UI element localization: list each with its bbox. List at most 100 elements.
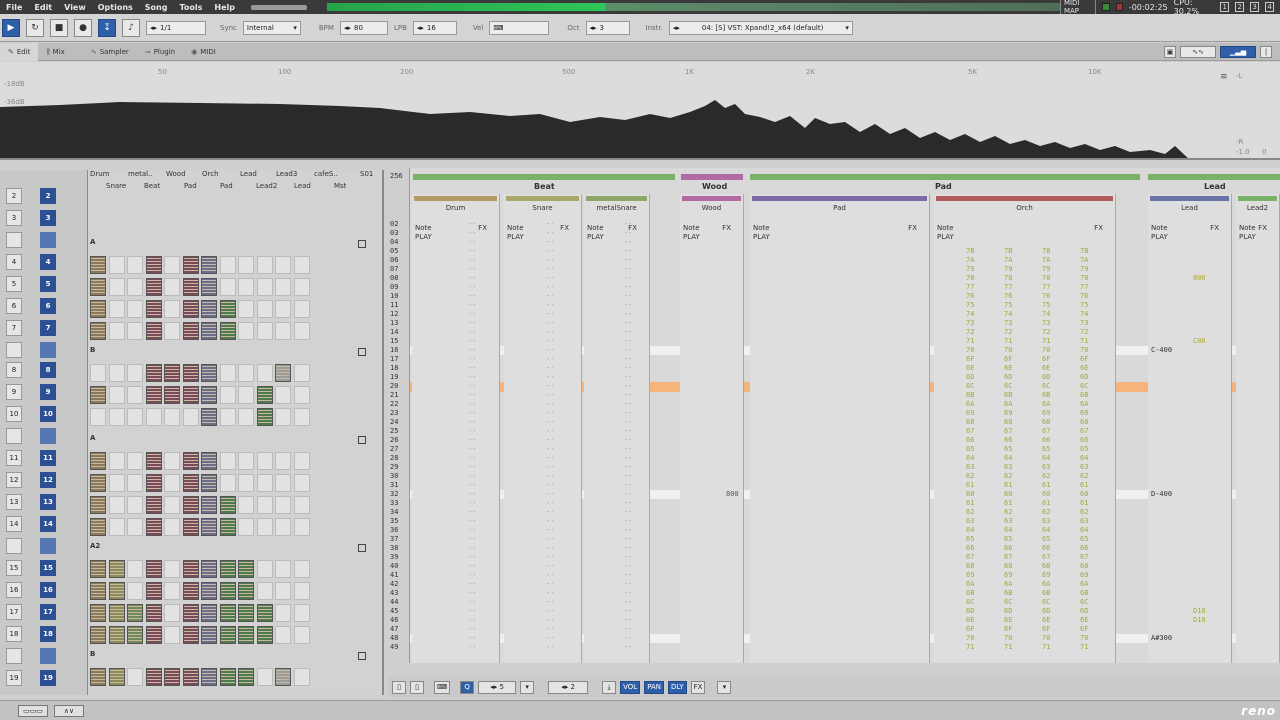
volume-cell[interactable]: 61 — [966, 499, 974, 507]
transpose-icon[interactable]: ⤓ — [602, 680, 617, 694]
volume-cell[interactable]: 6B — [1080, 589, 1088, 597]
line-number[interactable]: 03 — [390, 229, 410, 237]
matrix-slot[interactable] — [164, 560, 180, 578]
volume-cell[interactable]: 61 — [1080, 499, 1088, 507]
volume-cell[interactable]: 6A — [1080, 580, 1088, 588]
volume-cell[interactable]: 6E — [966, 616, 974, 624]
matrix-slot[interactable] — [219, 474, 236, 492]
matrix-track-header[interactable]: Lead2 — [256, 182, 277, 190]
track-column[interactable]: Wood Note PLAY FX — [680, 194, 744, 663]
matrix-slot[interactable] — [256, 386, 273, 404]
empty-cell[interactable]: -- — [546, 463, 554, 471]
line-number[interactable]: 44 — [390, 598, 410, 606]
volume-cell[interactable]: 6B — [1004, 589, 1012, 597]
matrix-slot[interactable] — [90, 474, 106, 492]
matrix-slot[interactable] — [127, 452, 143, 470]
empty-cell[interactable]: -- — [624, 283, 632, 291]
matrix-slot[interactable] — [275, 322, 291, 340]
matrix-slot[interactable] — [201, 582, 217, 600]
empty-cell[interactable]: -- — [624, 481, 632, 489]
matrix-slot[interactable] — [201, 668, 217, 686]
matrix-slot[interactable] — [293, 496, 310, 514]
volume-cell[interactable]: 6E — [1080, 616, 1088, 624]
matrix-slot[interactable] — [293, 386, 310, 404]
matrix-slot[interactable] — [108, 496, 125, 514]
empty-cell[interactable]: -- — [546, 454, 554, 462]
empty-cell[interactable]: -- — [546, 598, 554, 606]
track-column[interactable]: Orch Note PLAY FX — [934, 194, 1116, 663]
dly-column-toggle[interactable]: DLY — [668, 680, 687, 694]
sequence-pattern-number[interactable]: 18 — [40, 626, 56, 642]
empty-cell[interactable]: -- — [468, 238, 476, 246]
matrix-slot[interactable] — [275, 604, 291, 622]
matrix-slot[interactable] — [90, 518, 106, 536]
mono-icon[interactable]: | — [1260, 45, 1272, 58]
empty-cell[interactable]: -- — [624, 310, 632, 318]
pan-column-toggle[interactable]: PAN — [644, 680, 664, 694]
matrix-slot[interactable] — [145, 278, 162, 296]
line-number[interactable]: 34 — [390, 508, 410, 516]
volume-cell[interactable]: 75 — [1042, 301, 1050, 309]
layout-button-1[interactable]: 1 — [1220, 2, 1230, 12]
empty-cell[interactable]: -- — [546, 274, 554, 282]
track-name[interactable]: Snare — [504, 204, 581, 212]
matrix-slot[interactable] — [201, 300, 217, 318]
line-number[interactable]: 04 — [390, 238, 410, 246]
sequence-slot[interactable]: 99 — [0, 382, 88, 402]
empty-cell[interactable]: -- — [624, 247, 632, 255]
line-number[interactable]: 12 — [390, 310, 410, 318]
volume-cell[interactable]: 64 — [1004, 526, 1012, 534]
line-number[interactable]: 10 — [390, 292, 410, 300]
sequence-slot[interactable]: 12 12 — [0, 470, 88, 490]
matrix-slot[interactable] — [293, 474, 310, 492]
sequence-slot[interactable]: 16 16 — [0, 580, 88, 600]
volume-cell[interactable]: 74 — [1042, 310, 1050, 318]
matrix-slot[interactable] — [108, 560, 125, 578]
volume-cell[interactable]: 79 — [1004, 265, 1012, 273]
sequence-slot[interactable]: 55 — [0, 274, 88, 294]
matrix-slot[interactable] — [145, 474, 162, 492]
matrix-slot[interactable] — [127, 560, 143, 578]
volume-cell[interactable]: 65 — [966, 535, 974, 543]
volume-cell[interactable]: 6F — [1004, 625, 1012, 633]
sequence-pattern-number[interactable] — [40, 342, 56, 358]
track-column[interactable]: metalSnare Note PLAY FX — [584, 194, 650, 663]
matrix-slot[interactable] — [219, 518, 236, 536]
matrix-slot[interactable] — [201, 322, 217, 340]
empty-cell[interactable]: -- — [624, 418, 632, 426]
matrix-slot[interactable] — [127, 256, 143, 274]
empty-cell[interactable]: -- — [546, 346, 554, 354]
sequence-slot[interactable] — [0, 536, 88, 556]
empty-cell[interactable]: -- — [468, 382, 476, 390]
volume-cell[interactable]: 6D — [1004, 373, 1012, 381]
empty-cell[interactable]: -- — [624, 328, 632, 336]
sequence-pattern-number[interactable]: 19 — [40, 670, 56, 686]
matrix-slot[interactable] — [164, 364, 180, 382]
volume-cell[interactable]: 78 — [966, 274, 974, 282]
volume-cell[interactable]: 6D — [1042, 607, 1050, 615]
matrix-slot[interactable] — [238, 604, 254, 622]
matrix-slot[interactable] — [108, 256, 125, 274]
volume-cell[interactable]: 6A — [1004, 400, 1012, 408]
matrix-slot[interactable] — [219, 300, 236, 318]
matrix-slot[interactable] — [256, 300, 273, 318]
volume-cell[interactable]: 70 — [966, 634, 974, 642]
matrix-slot[interactable] — [275, 582, 291, 600]
volume-cell[interactable]: 66 — [1042, 436, 1050, 444]
line-number[interactable]: 31 — [390, 481, 410, 489]
matrix-slot[interactable] — [293, 364, 310, 382]
spectrum-mode-icon[interactable]: ▁▃▅ — [1220, 45, 1256, 58]
empty-cell[interactable]: -- — [546, 220, 554, 228]
matrix-slot[interactable] — [164, 386, 180, 404]
volume-cell[interactable]: 66 — [1080, 436, 1088, 444]
line-number[interactable]: 11 — [390, 301, 410, 309]
matrix-slot[interactable] — [145, 626, 162, 644]
menu-file[interactable]: File — [0, 3, 28, 12]
matrix-slot[interactable] — [201, 604, 217, 622]
velocity-field[interactable]: ⌨ — [489, 20, 550, 35]
volume-cell[interactable]: 67 — [966, 553, 974, 561]
empty-cell[interactable]: -- — [546, 562, 554, 570]
empty-cell[interactable]: -- — [546, 589, 554, 597]
matrix-slot[interactable] — [256, 278, 273, 296]
empty-cell[interactable]: -- — [546, 328, 554, 336]
